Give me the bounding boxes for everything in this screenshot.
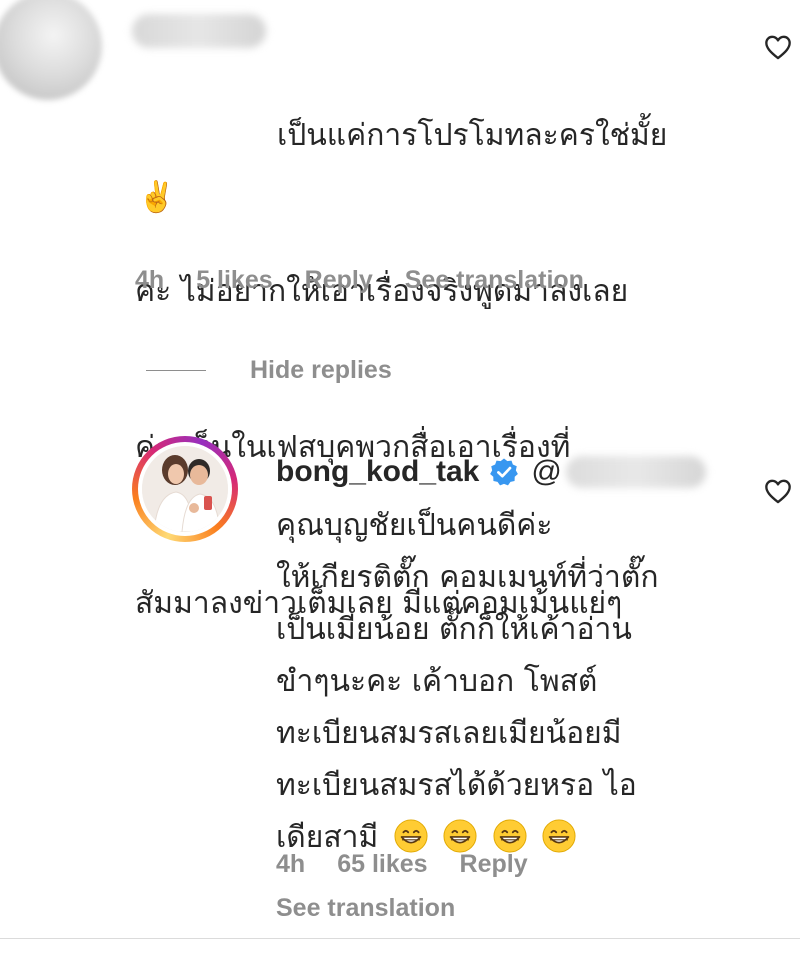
reply-meta-translate: See translation: [276, 894, 455, 923]
reply-line: เป็นเมียน้อย ตั๊กก็ให้เค้าอ่าน: [276, 612, 632, 647]
reply-button[interactable]: Reply: [460, 850, 528, 879]
reply-meta: 4h 65 likes Reply: [276, 850, 528, 879]
reply-time: 4h: [276, 850, 306, 878]
hide-replies-toggle[interactable]: Hide replies: [146, 356, 392, 385]
likes-count-button[interactable]: 65 likes: [337, 850, 427, 879]
reply-line: ทะเบียนสมรสเลยเมียน้อยมี: [276, 716, 622, 751]
divider: [0, 938, 800, 939]
reply-button[interactable]: Reply: [305, 266, 373, 295]
hide-replies-label: Hide replies: [250, 356, 392, 384]
heart-outline-icon[interactable]: [764, 478, 792, 504]
avatar-photo: [142, 446, 228, 532]
see-translation-button[interactable]: See translation: [405, 266, 584, 295]
reply-line: ขำๆนะคะ เค้าบอก โพสต์: [276, 664, 598, 699]
divider-line: [146, 370, 206, 371]
commenter-avatar-blurred[interactable]: [0, 0, 102, 100]
verified-badge-icon: [490, 458, 519, 486]
grinning-face-icon: [394, 819, 428, 853]
reply-line: ทะเบียนสมรสได้ด้วยหรอ ไอ: [276, 768, 637, 803]
see-translation-button[interactable]: See translation: [276, 894, 455, 923]
couple-photo-icon: [142, 446, 228, 532]
peace-hand-emoji: ✌️: [138, 180, 176, 215]
avatar-ring-gap: [138, 442, 232, 536]
top-comment-line: เป็นแค่การโปรโมทละครใช่มั้ย: [277, 118, 668, 153]
mention-username-blurred[interactable]: [565, 456, 706, 488]
reply-header: bong_kod_tak @: [276, 455, 706, 489]
reply-text: คุณบุญชัยเป็นคนดีค่ะ ให้เกียรติตั๊ก คอมเ…: [276, 500, 746, 864]
top-comment: เป็นแค่การโปรโมทละครใช่มั้ย คะ ไม่อยากให…: [0, 0, 800, 621]
heart-outline-icon[interactable]: [764, 34, 792, 60]
grinning-face-icon: [443, 819, 477, 853]
comment-time: 4h: [135, 266, 165, 294]
reply-username[interactable]: bong_kod_tak: [276, 455, 479, 489]
top-comment-meta: 4h 5 likes Reply See translation: [135, 266, 584, 295]
mention-at-symbol: @: [531, 455, 562, 488]
reply-line: คุณบุญชัยเป็นคนดีค่ะ: [276, 508, 553, 543]
likes-count-button[interactable]: 5 likes: [196, 266, 272, 295]
reply-line: ให้เกียรติตั๊ก คอมเมนท์ที่ว่าตั๊ก: [276, 560, 659, 595]
grinning-face-icon: [542, 819, 576, 853]
grinning-face-icon: [493, 819, 527, 853]
reply-avatar[interactable]: [132, 436, 238, 542]
